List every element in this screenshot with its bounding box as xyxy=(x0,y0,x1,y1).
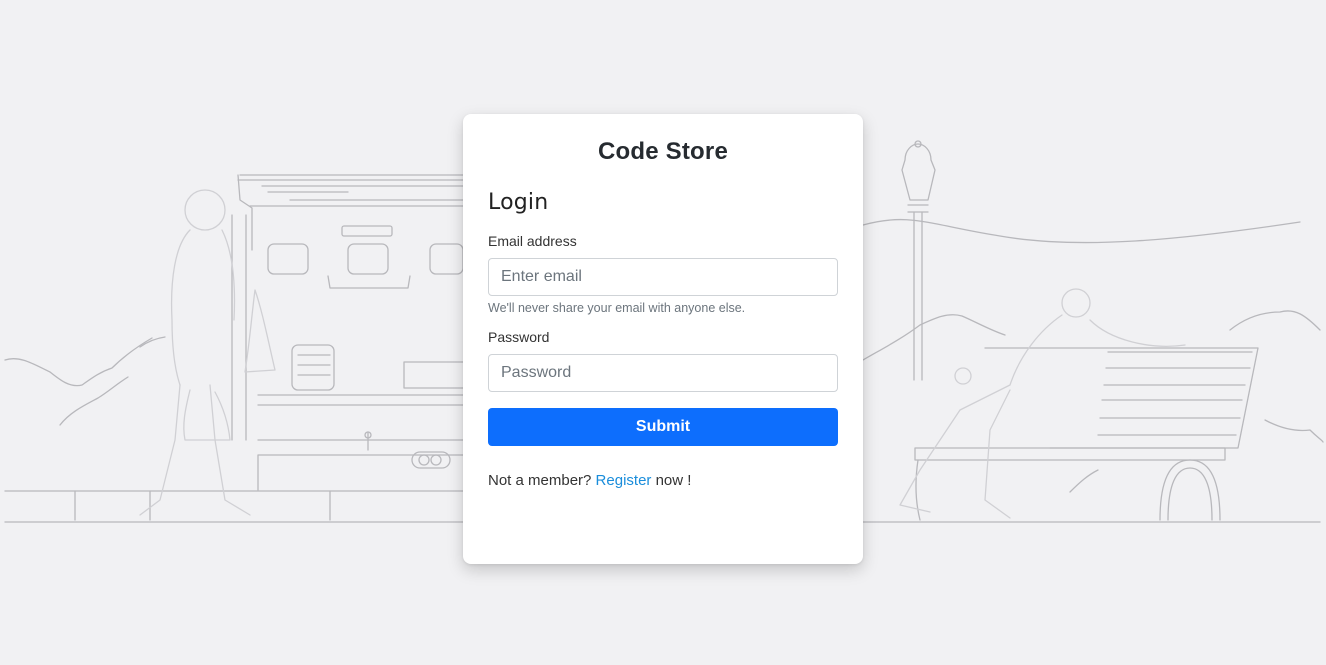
right-bush xyxy=(862,310,1324,493)
register-prefix: Not a member? xyxy=(488,472,592,489)
register-suffix: now ! xyxy=(655,472,692,489)
password-field[interactable] xyxy=(488,354,838,392)
sitting-person-sketch xyxy=(899,288,1186,519)
walking-person-sketch xyxy=(139,189,276,516)
login-heading: Login xyxy=(488,190,549,215)
submit-button[interactable]: Submit xyxy=(488,408,838,446)
email-field[interactable] xyxy=(488,258,838,296)
email-hint: We'll never share your email with anyone… xyxy=(488,301,746,315)
register-prompt: Not a member? Register now ! xyxy=(488,472,838,489)
lamp-post-sketch xyxy=(901,140,936,381)
bench-sketch xyxy=(914,347,1259,521)
register-link[interactable]: Register xyxy=(596,472,652,489)
login-card: Code Store Login Email address We'll nev… xyxy=(463,114,863,564)
rope-line xyxy=(862,218,1301,244)
brand-title: Code Store xyxy=(597,138,728,165)
password-label: Password xyxy=(488,329,550,345)
email-label: Email address xyxy=(488,233,577,249)
left-bush xyxy=(4,336,166,426)
